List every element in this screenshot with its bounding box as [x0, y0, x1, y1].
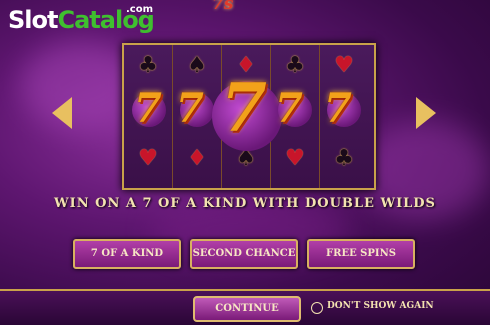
watermark-logo: SlotCatalog .com: [8, 4, 155, 34]
reel-grid: ♣ ♥ ♠ ♦ ♦ ♠ ♣ ♥ ♥ ♣ 7 7 7 7 7: [122, 43, 376, 190]
spade-icon: ♠: [187, 53, 207, 78]
dont-show-again-radio[interactable]: [311, 302, 323, 314]
seven-symbol: 7: [324, 85, 352, 132]
club-icon: ♣: [138, 53, 158, 78]
previous-arrow-icon[interactable]: [52, 97, 72, 129]
seven-symbol: 7: [134, 85, 162, 132]
spade-icon: ♠: [236, 146, 256, 171]
seven-symbol: 7: [176, 85, 204, 132]
free-spins-button[interactable]: FREE SPINS: [307, 239, 415, 269]
next-arrow-icon[interactable]: [416, 97, 436, 129]
seven-of-a-kind-button[interactable]: 7 OF A KIND: [73, 239, 181, 269]
club-icon: ♣: [285, 53, 305, 78]
dont-show-again-label[interactable]: DON'T SHOW AGAIN: [327, 301, 434, 311]
heart-icon: ♥: [285, 146, 305, 171]
heart-icon: ♥: [334, 53, 354, 78]
heart-icon: ♥: [138, 146, 158, 171]
diamond-icon: ♦: [187, 146, 207, 171]
feature-message: WIN ON A 7 OF A KIND WITH DOUBLE WILDS: [54, 196, 436, 211]
seven-symbol-large: 7: [221, 69, 267, 147]
seven-symbol: 7: [275, 85, 303, 132]
continue-button[interactable]: CONTINUE: [193, 296, 301, 322]
club-icon: ♣: [334, 146, 354, 171]
game-title-logo: 7s: [212, 0, 234, 14]
second-chance-button[interactable]: SECOND CHANCE: [190, 239, 298, 269]
